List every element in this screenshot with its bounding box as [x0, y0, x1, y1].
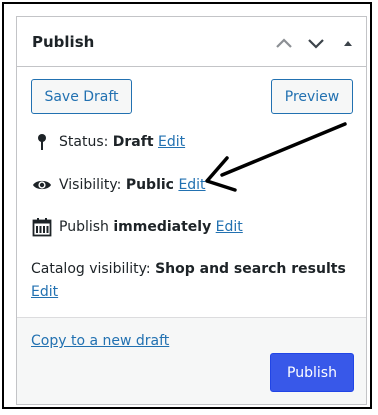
preview-button[interactable]: Preview — [271, 79, 353, 114]
publish-button[interactable]: Publish — [270, 353, 354, 392]
copy-to-new-draft-link[interactable]: Copy to a new draft — [31, 333, 169, 349]
move-down-button[interactable] — [305, 32, 327, 54]
catalog-edit-row: Edit — [31, 284, 58, 300]
pin-icon — [31, 131, 53, 153]
status-row: Status: Draft Edit — [31, 131, 185, 153]
visibility-value: Public — [125, 177, 174, 193]
chevron-down-icon — [308, 39, 324, 49]
caret-up-icon — [344, 41, 352, 46]
status-value: Draft — [112, 134, 154, 150]
panel-footer: Copy to a new draft Publish — [17, 317, 366, 404]
chevron-up-icon — [276, 38, 292, 48]
edit-catalog-visibility-link[interactable]: Edit — [31, 284, 58, 300]
catalog-visibility-label: Catalog visibility: — [31, 261, 151, 277]
eye-icon — [31, 174, 53, 196]
calendar-icon — [31, 216, 53, 238]
catalog-visibility-value: Shop and search results — [155, 261, 346, 277]
edit-schedule-link[interactable]: Edit — [216, 219, 243, 235]
visibility-row: Visibility: Public Edit — [31, 174, 206, 196]
catalog-visibility-row: Catalog visibility: Shop and search resu… — [31, 261, 346, 277]
schedule-value: immediately — [113, 219, 212, 235]
panel-header: Publish — [17, 17, 366, 67]
schedule-label: Publish — [59, 219, 109, 235]
screenshot-frame: Publish Save Draft Preview Status: Draft… — [2, 2, 372, 409]
save-draft-button[interactable]: Save Draft — [31, 79, 132, 114]
publish-panel: Publish Save Draft Preview Status: Draft… — [16, 16, 367, 405]
toggle-panel-button[interactable] — [337, 32, 359, 54]
edit-visibility-link[interactable]: Edit — [178, 177, 205, 193]
edit-status-link[interactable]: Edit — [158, 134, 185, 150]
move-up-button[interactable] — [273, 32, 295, 54]
panel-title: Publish — [32, 33, 95, 51]
status-label: Status: — [59, 134, 109, 150]
schedule-row: Publish immediately Edit — [31, 216, 243, 238]
visibility-label: Visibility: — [59, 177, 122, 193]
